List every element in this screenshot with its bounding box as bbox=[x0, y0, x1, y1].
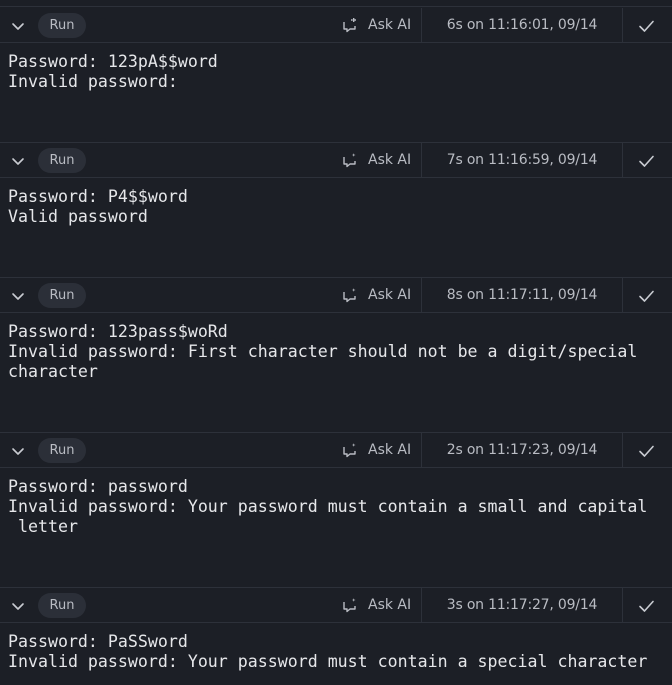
output-line: Invalid password: Your password must con… bbox=[8, 652, 648, 671]
previous-cell-edge bbox=[0, 0, 672, 7]
ask-ai-button[interactable]: Ask AI bbox=[342, 143, 422, 177]
ask-ai-label: Ask AI bbox=[368, 442, 412, 458]
checkmark-icon[interactable] bbox=[638, 598, 655, 614]
ask-ai-button[interactable]: Ask AI bbox=[342, 588, 422, 622]
ask-ai-label: Ask AI bbox=[368, 17, 412, 33]
code-cell: Run Ask AI 2s on 11:17:23, 09/14 Passwor… bbox=[0, 433, 672, 588]
ask-ai-label: Ask AI bbox=[368, 287, 412, 303]
code-cell: Run Ask AI 6s on 11:16:01, 09/14 Passwor… bbox=[0, 8, 672, 143]
output-line: character bbox=[8, 362, 98, 381]
run-timing: 3s on 11:17:27, 09/14 bbox=[446, 597, 598, 613]
cell-toolbar: Run Ask AI 2s on 11:17:23, 09/14 bbox=[0, 433, 672, 468]
output-line: Invalid password: bbox=[8, 72, 178, 91]
checkmark-icon[interactable] bbox=[638, 288, 655, 304]
output-line: Password: password bbox=[8, 477, 188, 496]
notebook-cells: Run Ask AI 6s on 11:16:01, 09/14 Passwor… bbox=[0, 0, 672, 685]
toolbar-separator bbox=[622, 278, 623, 312]
cell-output: Password: password Invalid password: Your… bbox=[8, 477, 668, 537]
output-line: Invalid password: First character should… bbox=[8, 342, 638, 361]
output-line: Invalid password: Your password must con… bbox=[8, 497, 648, 516]
cell-toolbar: Run Ask AI 7s on 11:16:59, 09/14 bbox=[0, 143, 672, 178]
chevron-down-icon[interactable] bbox=[10, 18, 26, 34]
chevron-down-icon[interactable] bbox=[10, 153, 26, 169]
chevron-down-icon[interactable] bbox=[10, 598, 26, 614]
toolbar-separator bbox=[622, 433, 623, 467]
output-line: Password: 123pA$$word bbox=[8, 52, 218, 71]
cell-toolbar: Run Ask AI 6s on 11:16:01, 09/14 bbox=[0, 8, 672, 43]
cell-output: Password: PaSSword Invalid password: Your… bbox=[8, 632, 668, 672]
run-button[interactable]: Run bbox=[38, 148, 86, 173]
output-line: Password: PaSSword bbox=[8, 632, 188, 651]
code-cell: Run Ask AI 8s on 11:17:11, 09/14 Passwor… bbox=[0, 278, 672, 433]
run-timing: 8s on 11:17:11, 09/14 bbox=[446, 287, 598, 303]
ask-ai-label: Ask AI bbox=[368, 597, 412, 613]
toolbar-separator bbox=[622, 588, 623, 622]
code-cell: Run Ask AI 3s on 11:17:27, 09/14 Passwor… bbox=[0, 588, 672, 685]
cell-toolbar: Run Ask AI 8s on 11:17:11, 09/14 bbox=[0, 278, 672, 313]
run-button[interactable]: Run bbox=[38, 593, 86, 618]
chevron-down-icon[interactable] bbox=[10, 443, 26, 459]
output-line: Password: 123pass$woRd bbox=[8, 322, 228, 341]
checkmark-icon[interactable] bbox=[638, 18, 655, 34]
output-line: letter bbox=[8, 517, 78, 536]
run-timing: 6s on 11:16:01, 09/14 bbox=[446, 17, 598, 33]
ai-sparkle-icon bbox=[342, 17, 358, 33]
cell-output: Password: P4$$word Valid password bbox=[8, 187, 668, 227]
ask-ai-label: Ask AI bbox=[368, 152, 412, 168]
ask-ai-button[interactable]: Ask AI bbox=[342, 8, 422, 42]
checkmark-icon[interactable] bbox=[638, 153, 655, 169]
code-cell: Run Ask AI 7s on 11:16:59, 09/14 Passwor… bbox=[0, 143, 672, 278]
ask-ai-button[interactable]: Ask AI bbox=[342, 433, 422, 467]
cell-output: Password: 123pA$$word Invalid password: bbox=[8, 52, 668, 92]
toolbar-separator bbox=[622, 8, 623, 42]
checkmark-icon[interactable] bbox=[638, 443, 655, 459]
ai-sparkle-icon bbox=[342, 597, 358, 613]
toolbar-separator bbox=[622, 143, 623, 177]
run-button[interactable]: Run bbox=[38, 13, 86, 38]
ai-sparkle-icon bbox=[342, 442, 358, 458]
cell-toolbar: Run Ask AI 3s on 11:17:27, 09/14 bbox=[0, 588, 672, 623]
ai-sparkle-icon bbox=[342, 152, 358, 168]
run-timing: 2s on 11:17:23, 09/14 bbox=[446, 442, 598, 458]
chevron-down-icon[interactable] bbox=[10, 288, 26, 304]
output-line: Valid password bbox=[8, 207, 148, 226]
ask-ai-button[interactable]: Ask AI bbox=[342, 278, 422, 312]
run-button[interactable]: Run bbox=[38, 283, 86, 308]
run-timing: 7s on 11:16:59, 09/14 bbox=[446, 152, 598, 168]
ai-sparkle-icon bbox=[342, 287, 358, 303]
run-button[interactable]: Run bbox=[38, 438, 86, 463]
output-line: Password: P4$$word bbox=[8, 187, 188, 206]
cell-output: Password: 123pass$woRd Invalid password: … bbox=[8, 322, 668, 382]
